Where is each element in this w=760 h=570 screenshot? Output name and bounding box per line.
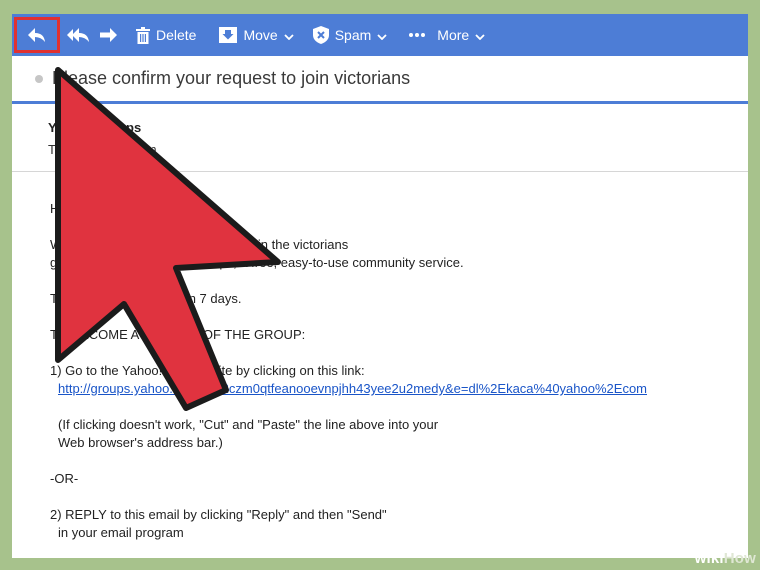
watermark-how: How: [723, 550, 756, 567]
reply-all-button[interactable]: [66, 14, 90, 56]
note-text: Web browser's address bar.): [58, 435, 223, 450]
reply-icon: [28, 28, 45, 42]
shield-icon: [312, 26, 329, 44]
watermark: wikiHow: [695, 550, 756, 567]
move-label: Move: [243, 27, 278, 43]
delete-label: Delete: [156, 27, 197, 43]
watermark-wiki: wiki: [694, 550, 724, 567]
section-heading: TO BECOME A MEMBER OF THE GROUP:: [50, 327, 306, 342]
body-paragraph: We have received your request to join th…: [50, 237, 349, 252]
reply-all-icon: [67, 28, 89, 42]
more-label: More: [437, 27, 470, 43]
confirm-link[interactable]: http://groups.yahoo.com/i?i=2czm0qtfeano…: [58, 380, 647, 398]
spam-button[interactable]: Spam: [312, 14, 388, 56]
move-button[interactable]: Move: [219, 14, 294, 56]
body-paragraph: This request will expire in 7 days.: [50, 291, 242, 306]
delete-button[interactable]: Delete: [136, 14, 196, 56]
spam-label: Spam: [334, 27, 372, 43]
toolbar: Delete Move Spam More: [12, 14, 748, 56]
note-text: (If clicking doesn't work, "Cut" and "Pa…: [58, 417, 439, 432]
sender-block: Yahoo! Groups To: ...@yahoo.com: [12, 106, 748, 172]
more-button[interactable]: More: [409, 14, 485, 56]
email-window: Delete Move Spam More Please confirm you…: [12, 14, 748, 558]
sender-name[interactable]: Yahoo! Groups: [48, 120, 141, 135]
chevron-down-icon: [475, 27, 485, 43]
subject-row: Please confirm your request to join vict…: [12, 56, 748, 104]
email-subject: Please confirm your request to join vict…: [52, 68, 411, 88]
step-two-text: in your email program: [58, 525, 184, 540]
forward-icon: [100, 28, 117, 42]
step-one-text: 1) Go to the Yahoo! Groups site by click…: [50, 363, 365, 378]
unread-dot: [35, 74, 43, 83]
step-two-text: 2) REPLY to this email by clicking "Repl…: [50, 507, 387, 522]
chevron-down-icon: [284, 27, 294, 43]
email-body: Hello, We have received your request to …: [12, 172, 748, 558]
greeting: Hello,: [50, 201, 84, 216]
move-to-folder-icon: [219, 27, 238, 43]
reply-button[interactable]: [14, 17, 60, 53]
chevron-down-icon: [377, 27, 387, 43]
trash-icon: [136, 26, 150, 44]
more-dots-icon: [409, 33, 426, 37]
body-paragraph: group hosted by Yahoo! Groups, a free, e…: [50, 255, 464, 270]
sender-address: To: ...@yahoo.com: [48, 142, 157, 157]
forward-button[interactable]: [98, 14, 118, 56]
or-separator: -OR-: [50, 471, 79, 486]
